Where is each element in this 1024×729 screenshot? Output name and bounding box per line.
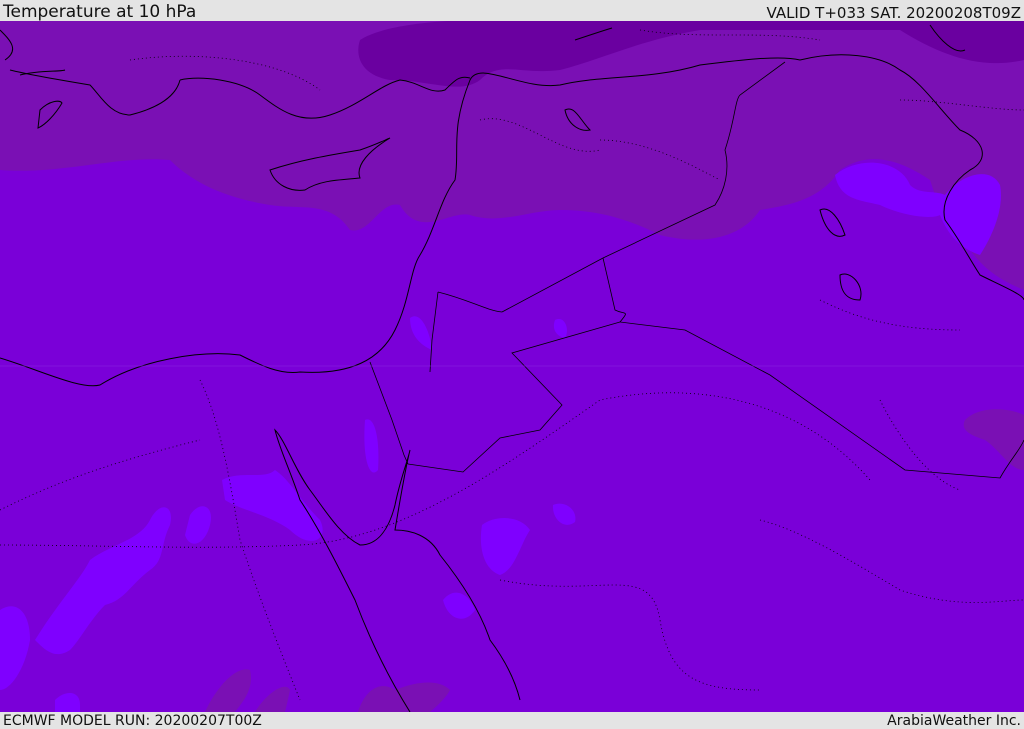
valid-time: VALID T+033 SAT. 20200208T09Z [766, 4, 1021, 22]
model-run: ECMWF MODEL RUN: 20200207T00Z [3, 713, 262, 729]
credit: ArabiaWeather Inc. [887, 713, 1021, 729]
map-title: Temperature at 10 hPa [3, 2, 197, 22]
temperature-map [0, 21, 1024, 712]
footer-bar: ECMWF MODEL RUN: 20200207T00Z ArabiaWeat… [0, 712, 1024, 729]
header-bar: Temperature at 10 hPa VALID T+033 SAT. 2… [0, 0, 1024, 21]
